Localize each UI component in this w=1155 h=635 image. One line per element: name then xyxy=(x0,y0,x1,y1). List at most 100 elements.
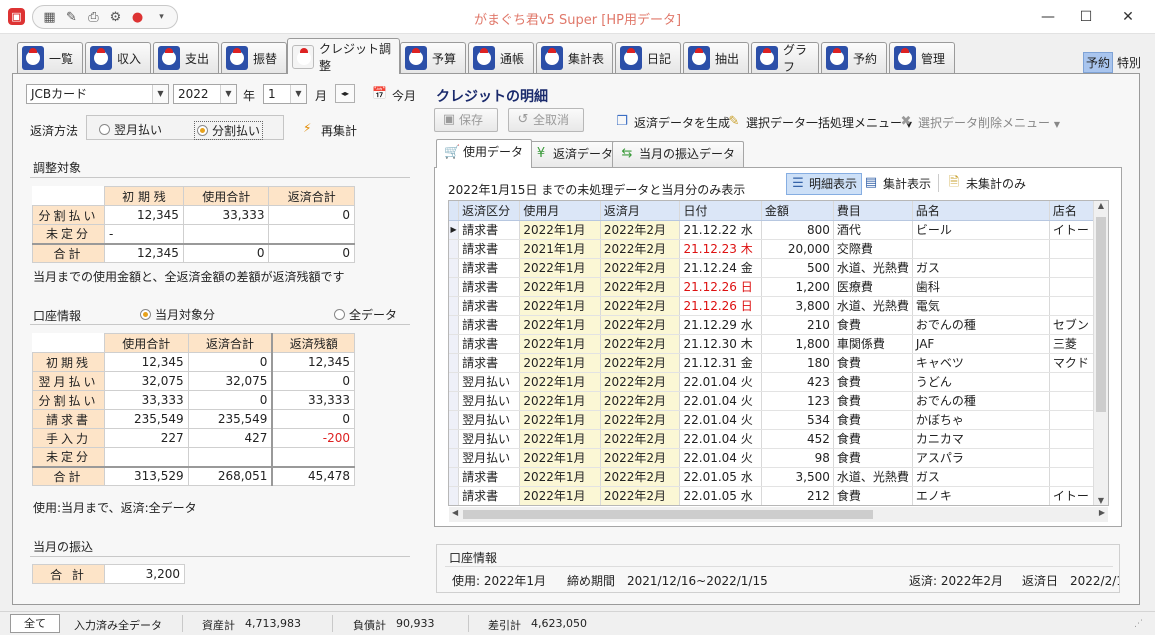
cell-repay[interactable]: 2022年2月 xyxy=(600,334,681,354)
printer-icon[interactable]: ⎙ xyxy=(85,9,102,26)
cell-item[interactable]: 食費 xyxy=(833,429,913,449)
tab-passbook[interactable]: 通帳 xyxy=(468,42,534,73)
month-select[interactable]: 1 ▼ xyxy=(263,84,307,104)
scroll-thumb[interactable] xyxy=(1096,217,1106,412)
row-selector[interactable] xyxy=(449,296,460,316)
cell-product[interactable]: おでんの種 xyxy=(912,315,1050,335)
cell-item[interactable]: 食費 xyxy=(833,448,913,468)
mode-reservation-toggle[interactable]: 予約 xyxy=(1082,52,1113,73)
table-row[interactable]: 翌月払い 2022年1月 2022年2月 22.01.04 火 123 食費 おでんの種 xyxy=(449,391,1108,411)
cell-product[interactable]: ガス xyxy=(912,258,1050,278)
cell-kubun[interactable]: 翌月払い xyxy=(458,448,521,468)
delete-menu-button[interactable]: ✖ 選択データ削除メニュー ▼ xyxy=(898,114,1060,131)
row-selector[interactable] xyxy=(449,448,460,468)
close-button[interactable]: ✕ xyxy=(1118,9,1138,25)
table-row[interactable]: 翌月払い 2022年1月 2022年2月 22.01.04 火 534 食費 かぼちゃ xyxy=(449,410,1108,430)
cell-product[interactable]: キャベツ xyxy=(912,353,1050,373)
column-header[interactable]: 日付 xyxy=(679,201,762,221)
minimize-button[interactable]: — xyxy=(1038,9,1058,25)
cell-item[interactable]: 食費 xyxy=(833,372,913,392)
column-header[interactable]: 金額 xyxy=(761,201,834,221)
row-selector[interactable] xyxy=(449,372,460,392)
cell-repay[interactable]: 2022年2月 xyxy=(600,315,681,335)
cell-amount[interactable]: 212 xyxy=(761,486,834,505)
row-selector[interactable] xyxy=(449,277,460,297)
mode-special-toggle[interactable]: 特別 xyxy=(1115,52,1143,73)
cell-amount[interactable]: 1,800 xyxy=(761,334,834,354)
cell-use[interactable]: 2022年1月 xyxy=(519,486,601,505)
cell-repay[interactable]: 2022年2月 xyxy=(600,429,681,449)
cell-date[interactable]: 21.12.30 木 xyxy=(679,334,762,354)
row-selector[interactable] xyxy=(449,410,460,430)
cell-product[interactable]: エノキ xyxy=(912,486,1050,505)
cell-date[interactable]: 22.01.04 火 xyxy=(679,410,762,430)
scroll-right-icon[interactable]: ▶ xyxy=(1099,508,1105,517)
cell-use[interactable]: 2022年1月 xyxy=(519,258,601,278)
card-select[interactable]: JCBカード ▼ xyxy=(26,84,169,104)
column-header[interactable]: 品名 xyxy=(912,201,1050,221)
year-select[interactable]: 2022 ▼ xyxy=(173,84,237,104)
cell-use[interactable]: 2021年1月 xyxy=(519,239,601,259)
tab-transfer[interactable]: 振替 xyxy=(221,42,287,73)
calendar-icon[interactable]: 📅 xyxy=(372,86,387,100)
cell-repay[interactable]: 2022年2月 xyxy=(600,277,681,297)
cell-kubun[interactable]: 請求書 xyxy=(458,334,521,354)
table-row[interactable]: 請求書 2022年1月 2022年2月 21.12.26 日 1,200 医療費 歯科 xyxy=(449,277,1108,297)
row-selector[interactable] xyxy=(449,334,460,354)
cell-product[interactable]: カニカマ xyxy=(912,429,1050,449)
scroll-up-icon[interactable]: ▲ xyxy=(1094,201,1108,210)
cell-product[interactable]: 歯科 xyxy=(912,277,1050,297)
cell-product[interactable]: JAF xyxy=(912,334,1050,354)
cell-amount[interactable]: 423 xyxy=(761,372,834,392)
tab-budget[interactable]: 予算 xyxy=(400,42,466,73)
table-row[interactable]: ▶ 請求書 2022年1月 2022年2月 21.12.22 水 800 酒代 ビール イトー xyxy=(449,220,1108,240)
cell-item[interactable]: 水道、光熱費 xyxy=(833,258,913,278)
column-header[interactable]: 使用月 xyxy=(519,201,601,221)
gear-icon[interactable]: ⚙ xyxy=(107,9,124,26)
cell-use[interactable]: 2022年1月 xyxy=(519,334,601,354)
cell-use[interactable]: 2022年1月 xyxy=(519,315,601,335)
app-wallet-icon[interactable]: ▣ xyxy=(8,8,25,25)
cell-repay[interactable]: 2022年2月 xyxy=(600,372,681,392)
row-selector[interactable] xyxy=(449,391,460,411)
row-selector[interactable] xyxy=(449,315,460,335)
table-row[interactable]: 請求書 2022年1月 2022年2月 21.12.29 水 210 食費 おでんの種 セブン xyxy=(449,315,1108,335)
cell-use[interactable]: 2022年1月 xyxy=(519,391,601,411)
table-row[interactable]: 翌月払い 2022年1月 2022年2月 22.01.04 火 452 食費 カニカマ xyxy=(449,429,1108,449)
table-row[interactable]: 請求書 2022年1月 2022年2月 21.12.24 金 500 水道、光熱費 ガス xyxy=(449,258,1108,278)
table-row[interactable]: 請求書 2022年1月 2022年2月 22.01.05 水 212 食費 エノキ イトー xyxy=(449,486,1108,505)
cell-repay[interactable]: 2022年2月 xyxy=(600,486,681,505)
cell-repay[interactable]: 2022年2月 xyxy=(600,353,681,373)
cell-use[interactable]: 2022年1月 xyxy=(519,296,601,316)
summary-view-button[interactable]: ▤ 集計表示 xyxy=(863,175,931,192)
tab-reservation[interactable]: 予約 xyxy=(821,42,887,73)
cell-use[interactable]: 2022年1月 xyxy=(519,220,601,240)
unsummed-only-button[interactable]: 🗎 未集計のみ xyxy=(946,175,1026,192)
cell-date[interactable]: 21.12.29 水 xyxy=(679,315,762,335)
filter-all-button[interactable]: 全て xyxy=(10,614,60,633)
cell-product[interactable]: うどん xyxy=(912,372,1050,392)
tab-graph[interactable]: グラフ xyxy=(751,42,819,74)
scroll-left-icon[interactable]: ◀ xyxy=(452,508,458,517)
tab-manage[interactable]: 管理 xyxy=(889,42,955,73)
column-header[interactable]: 返済月 xyxy=(600,201,681,221)
cell-product[interactable] xyxy=(912,239,1050,259)
cell-amount[interactable]: 123 xyxy=(761,391,834,411)
maximize-button[interactable]: ☐ xyxy=(1076,9,1096,25)
row-selector[interactable] xyxy=(449,353,460,373)
cell-item[interactable]: 酒代 xyxy=(833,220,913,240)
subtab-repay[interactable]: ¥ 返済データ xyxy=(526,141,623,167)
cell-amount[interactable]: 98 xyxy=(761,448,834,468)
this-month-button[interactable]: 今月 xyxy=(392,87,416,104)
cell-date[interactable]: 21.12.24 金 xyxy=(679,258,762,278)
cell-kubun[interactable]: 請求書 xyxy=(458,467,521,487)
cell-item[interactable]: 食費 xyxy=(833,410,913,430)
cell-amount[interactable]: 210 xyxy=(761,315,834,335)
cell-kubun[interactable]: 翌月払い xyxy=(458,410,521,430)
cell-use[interactable]: 2022年1月 xyxy=(519,429,601,449)
vertical-scrollbar[interactable]: ▲ ▼ xyxy=(1093,201,1108,505)
row-selector[interactable] xyxy=(449,239,460,259)
generate-repay-button[interactable]: ❐ 返済データを生成 xyxy=(614,114,730,131)
table-row[interactable]: 請求書 2021年1月 2022年2月 21.12.23 木 20,000 交際費 xyxy=(449,239,1108,259)
cell-item[interactable]: 食費 xyxy=(833,391,913,411)
